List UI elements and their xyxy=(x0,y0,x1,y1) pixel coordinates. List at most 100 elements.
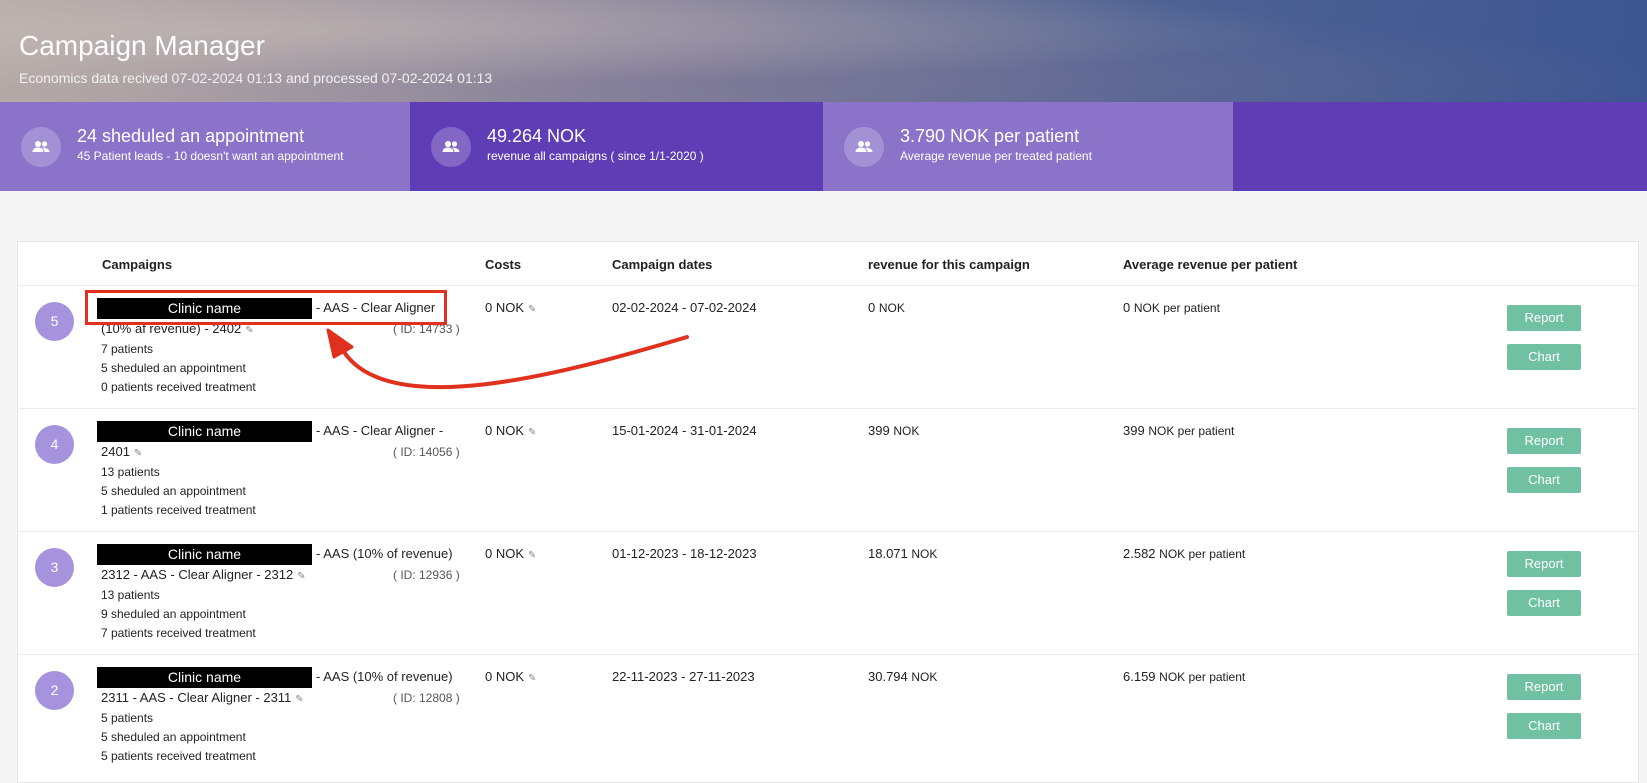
pencil-icon[interactable]: ✎ xyxy=(528,673,536,684)
revenue-cell: 30.794 NOK xyxy=(868,669,937,684)
pencil-icon[interactable]: ✎ xyxy=(528,427,536,438)
stat-card-average: 3.790 NOK per patient Average revenue pe… xyxy=(823,102,1233,191)
treated-count: 5 patients received treatment xyxy=(101,749,256,763)
campaign-name[interactable]: - AAS (10% of revenue) xyxy=(316,546,453,561)
cost-value: 0 NOK xyxy=(485,423,525,438)
pencil-icon[interactable]: ✎ xyxy=(297,571,305,582)
cost-value: 0 NOK xyxy=(485,546,525,561)
campaign-id: ( ID: 12808 ) xyxy=(393,691,460,705)
stat-subtitle: 45 Patient leads - 10 doesn't want an ap… xyxy=(77,149,344,163)
revenue-unit: NOK xyxy=(893,424,920,438)
dates-cell: 02-02-2024 - 07-02-2024 xyxy=(612,300,757,315)
campaign-name[interactable]: - AAS - Clear Aligner - xyxy=(316,423,443,438)
cost-cell[interactable]: 0 NOK ✎ xyxy=(485,423,536,438)
chart-button[interactable]: Chart xyxy=(1507,344,1581,370)
revenue-value: 399 xyxy=(868,423,890,438)
average-unit: NOK per patient xyxy=(1133,301,1220,315)
people-icon xyxy=(431,127,471,167)
report-button[interactable]: Report xyxy=(1507,551,1581,577)
revenue-unit: NOK xyxy=(911,670,938,684)
treated-count: 7 patients received treatment xyxy=(101,626,256,640)
cost-cell[interactable]: 0 NOK ✎ xyxy=(485,546,536,561)
stat-title: 24 sheduled an appointment xyxy=(77,126,305,146)
average-unit: NOK per patient xyxy=(1159,547,1246,561)
stat-subtitle: revenue all campaigns ( since 1/1-2020 ) xyxy=(487,149,704,163)
campaign-name-cont[interactable]: 2311 - AAS - Clear Aligner - 2311 ✎ xyxy=(101,690,304,705)
patients-count: 13 patients xyxy=(101,588,160,602)
clinic-name-redacted: Clinic name xyxy=(97,544,312,565)
revenue-unit: NOK xyxy=(911,547,938,561)
pencil-icon[interactable]: ✎ xyxy=(245,325,253,336)
stat-title: 3.790 NOK per patient xyxy=(900,126,1080,146)
revenue-cell: 399 NOK xyxy=(868,423,919,438)
table-row: 3 Clinic name - AAS (10% of revenue) 231… xyxy=(18,531,1638,654)
campaign-number-badge: 3 xyxy=(35,548,74,587)
revenue-cell: 0 NOK xyxy=(868,300,905,315)
campaign-id: ( ID: 14056 ) xyxy=(393,445,460,459)
chart-button[interactable]: Chart xyxy=(1507,467,1581,493)
pencil-icon[interactable]: ✎ xyxy=(134,448,142,459)
revenue-value: 0 xyxy=(868,300,876,315)
average-unit: NOK per patient xyxy=(1148,424,1235,438)
clinic-name-redacted: Clinic name xyxy=(97,421,312,442)
dates-cell: 01-12-2023 - 18-12-2023 xyxy=(612,546,757,561)
campaign-name-line2: 2401 xyxy=(101,444,130,459)
patients-count: 13 patients xyxy=(101,465,160,479)
average-cell: 2.582 NOK per patient xyxy=(1123,546,1245,561)
scheduled-count: 5 sheduled an appointment xyxy=(101,484,246,498)
revenue-cell: 18.071 NOK xyxy=(868,546,937,561)
people-icon xyxy=(844,127,884,167)
header-average: Average revenue per patient xyxy=(1123,257,1298,272)
scheduled-count: 5 sheduled an appointment xyxy=(101,730,246,744)
cost-value: 0 NOK xyxy=(485,300,525,315)
people-icon xyxy=(21,127,61,167)
chart-button[interactable]: Chart xyxy=(1507,590,1581,616)
patients-count: 5 patients xyxy=(101,711,154,725)
average-unit: NOK per patient xyxy=(1159,670,1246,684)
average-cell: 6.159 NOK per patient xyxy=(1123,669,1245,684)
pencil-icon[interactable]: ✎ xyxy=(295,694,303,705)
header-dates: Campaign dates xyxy=(612,257,713,272)
campaign-name-cont[interactable]: 2401 ✎ xyxy=(101,444,142,459)
dates-cell: 15-01-2024 - 31-01-2024 xyxy=(612,423,757,438)
report-button[interactable]: Report xyxy=(1507,674,1581,700)
stat-card-revenue: 49.264 NOK revenue all campaigns ( since… xyxy=(410,102,820,191)
table-row: 2 Clinic name - AAS (10% of revenue) 231… xyxy=(18,654,1638,777)
patients-count: 7 patients xyxy=(101,342,154,356)
campaign-number-badge: 5 xyxy=(35,302,74,341)
campaign-number-badge: 4 xyxy=(35,425,74,464)
revenue-unit: NOK xyxy=(878,301,905,315)
average-value: 399 xyxy=(1123,423,1145,438)
average-value: 2.582 xyxy=(1123,546,1156,561)
cost-cell[interactable]: 0 NOK ✎ xyxy=(485,300,536,315)
scheduled-count: 9 sheduled an appointment xyxy=(101,607,246,621)
stat-title: 49.264 NOK xyxy=(487,126,587,146)
report-button[interactable]: Report xyxy=(1507,305,1581,331)
average-cell: 399 NOK per patient xyxy=(1123,423,1234,438)
average-cell: 0 NOK per patient xyxy=(1123,300,1220,315)
stats-bar: 24 sheduled an appointment 45 Patient le… xyxy=(0,102,1647,191)
cost-value: 0 NOK xyxy=(485,669,525,684)
page-title: Campaign Manager xyxy=(19,30,265,61)
chart-button[interactable]: Chart xyxy=(1507,713,1581,739)
header-campaigns: Campaigns xyxy=(102,257,173,272)
scheduled-count: 5 sheduled an appointment xyxy=(101,361,246,375)
treated-count: 0 patients received treatment xyxy=(101,380,256,394)
header-costs: Costs xyxy=(485,257,522,272)
average-value: 6.159 xyxy=(1123,669,1156,684)
table-row: 4 Clinic name - AAS - Clear Aligner - 24… xyxy=(18,408,1638,531)
stat-card-appointments: 24 sheduled an appointment 45 Patient le… xyxy=(0,102,410,191)
pencil-icon[interactable]: ✎ xyxy=(528,304,536,315)
pencil-icon[interactable]: ✎ xyxy=(528,550,536,561)
average-value: 0 xyxy=(1123,300,1131,315)
campaign-name-line2: 2312 - AAS - Clear Aligner - 2312 xyxy=(101,567,294,582)
header-revenue: revenue for this campaign xyxy=(868,257,1030,272)
report-button[interactable]: Report xyxy=(1507,428,1581,454)
page-subtitle: Economics data recived 07-02-2024 01:13 … xyxy=(19,70,493,86)
campaign-name[interactable]: - AAS (10% of revenue) xyxy=(316,669,453,684)
cost-cell[interactable]: 0 NOK ✎ xyxy=(485,669,536,684)
revenue-value: 18.071 xyxy=(868,546,908,561)
campaign-id: ( ID: 12936 ) xyxy=(393,568,460,582)
campaign-name-cont[interactable]: 2312 - AAS - Clear Aligner - 2312 ✎ xyxy=(101,567,306,582)
treated-count: 1 patients received treatment xyxy=(101,503,256,517)
